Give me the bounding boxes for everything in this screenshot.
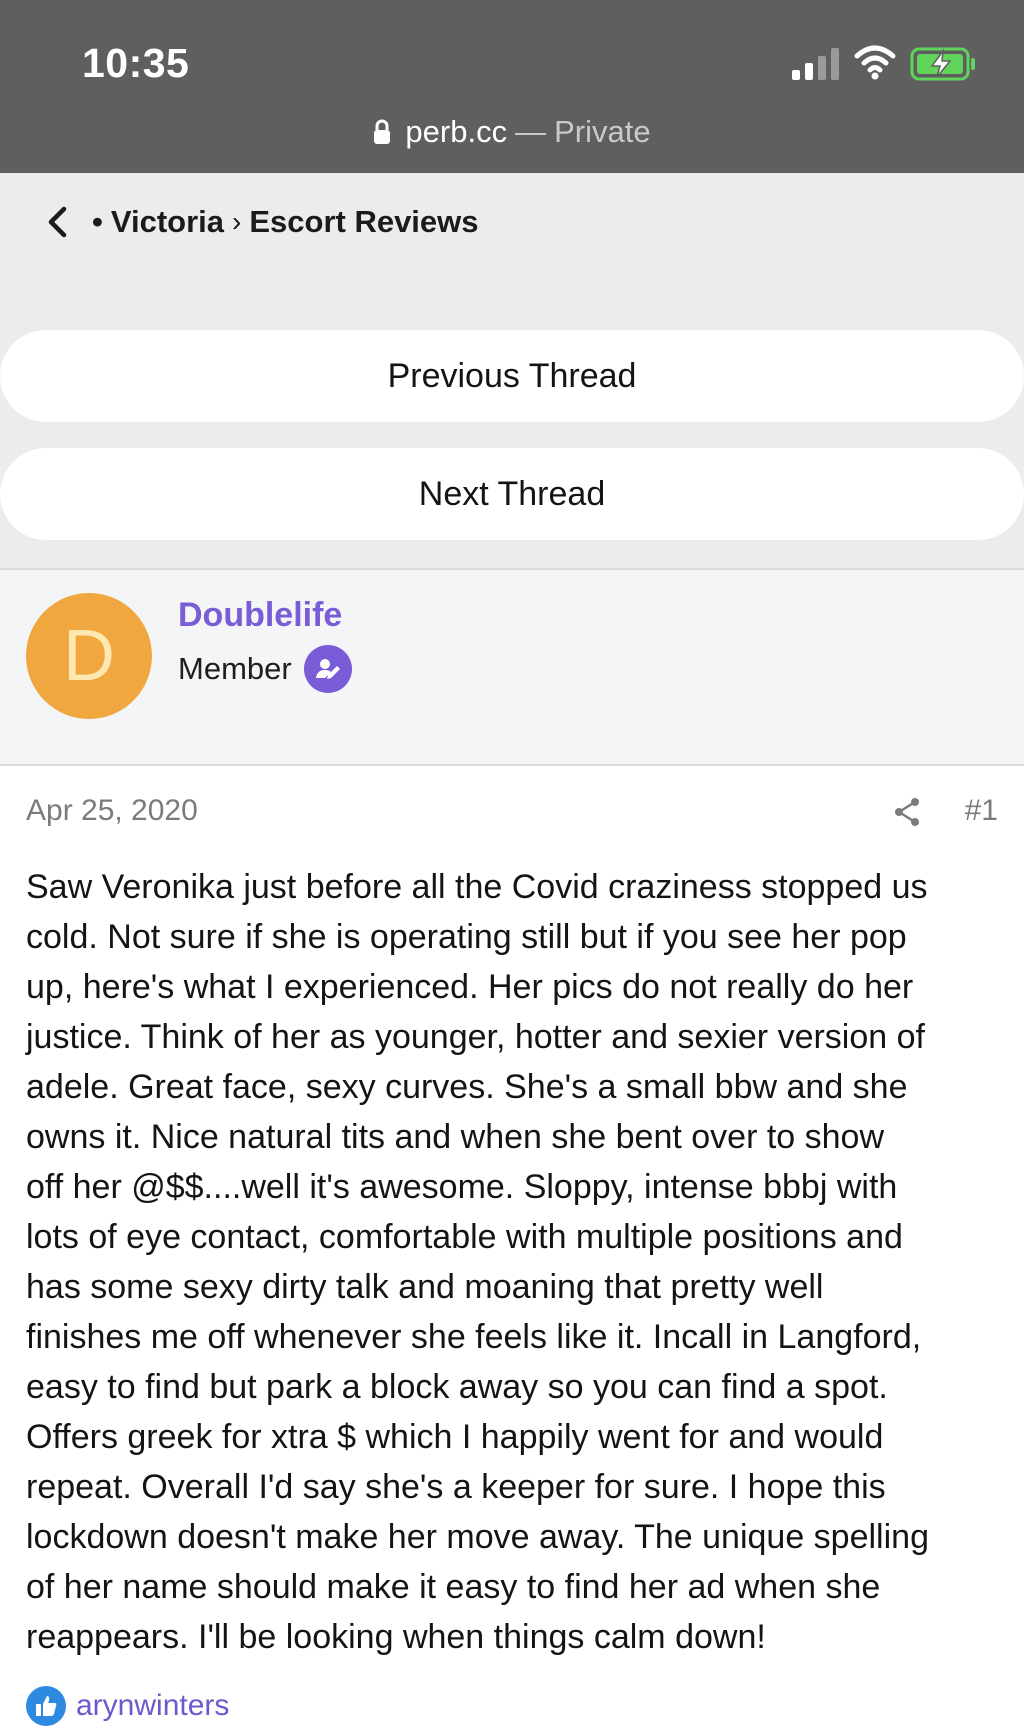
previous-thread-button[interactable]: Previous Thread	[0, 330, 1024, 422]
wifi-icon	[854, 45, 896, 80]
address-bar[interactable]: perb.cc — Private	[0, 112, 1024, 152]
breadcrumb-dot: •	[92, 204, 103, 239]
reaction-user-link[interactable]: arynwinters	[76, 1689, 229, 1723]
breadcrumb: • Victoria › Escort Reviews	[44, 198, 479, 246]
next-thread-button[interactable]: Next Thread	[0, 448, 1024, 540]
battery-charging-icon	[910, 47, 975, 81]
url-separator: —	[515, 114, 547, 149]
post-number-link[interactable]: #1	[965, 794, 998, 828]
post-body: Saw Veronika just before all the Covid c…	[26, 868, 929, 1656]
user-role: Member	[178, 644, 352, 694]
thumbs-up-icon	[26, 1686, 66, 1726]
cellular-signal-icon	[792, 48, 839, 80]
url-domain: perb.cc	[405, 114, 508, 149]
reactions-bar[interactable]: arynwinters	[26, 1686, 229, 1726]
lock-icon	[374, 119, 391, 144]
breadcrumb-chevron: ›	[232, 206, 242, 237]
member-badge-icon	[303, 645, 352, 693]
breadcrumb-forum-link[interactable]: Escort Reviews	[249, 204, 478, 240]
user-role-label: Member	[178, 651, 292, 686]
username-link[interactable]: Doublelife	[178, 596, 342, 635]
post-meta: Apr 25, 2020 #1	[26, 794, 998, 834]
breadcrumb-section-link[interactable]: Victoria	[111, 204, 224, 240]
avatar[interactable]: D	[26, 593, 152, 719]
author-panel	[0, 568, 1024, 766]
status-time: 10:35	[82, 40, 190, 86]
share-icon[interactable]	[892, 796, 922, 828]
post-date[interactable]: Apr 25, 2020	[26, 794, 198, 828]
private-mode-label: Private	[554, 114, 651, 149]
back-chevron-icon[interactable]	[44, 205, 70, 239]
